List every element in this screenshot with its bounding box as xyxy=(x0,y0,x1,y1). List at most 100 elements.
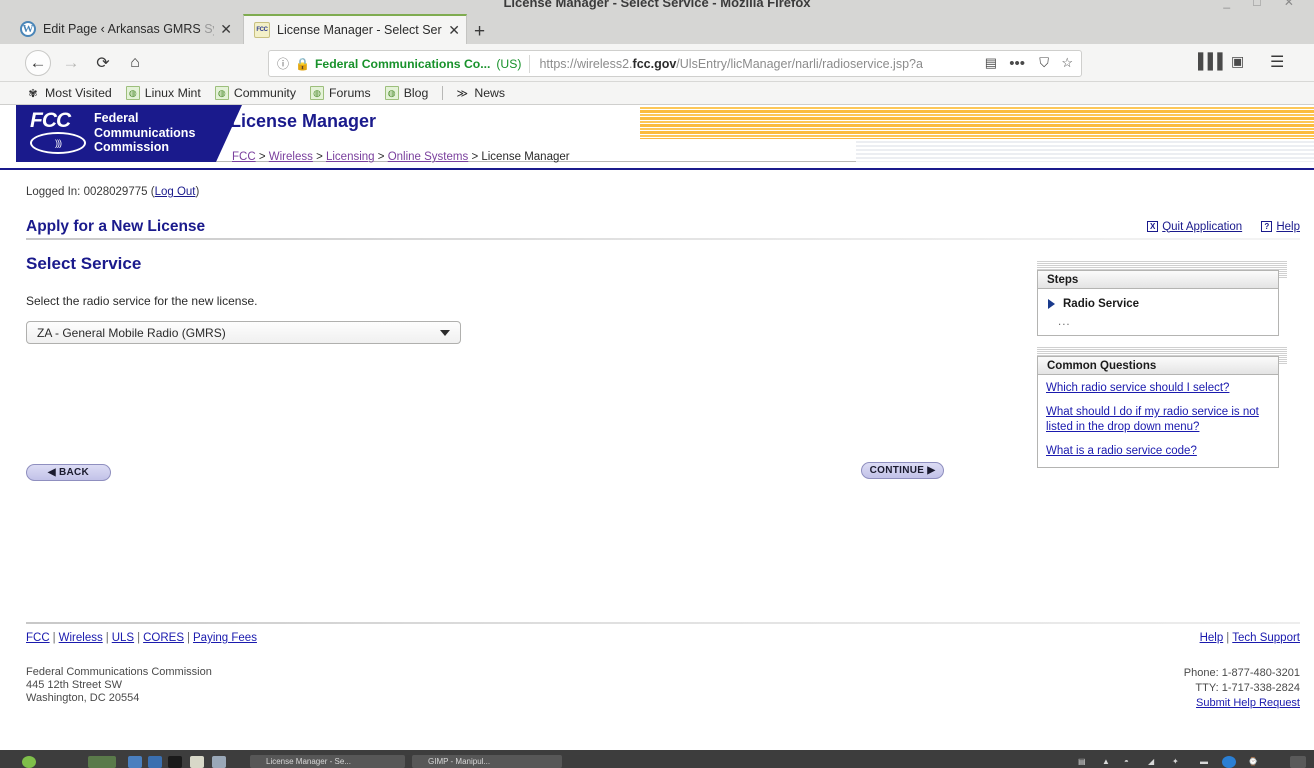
top-actions: X Quit Application ? Help xyxy=(1131,220,1300,233)
tray-network-icon[interactable]: ◓ xyxy=(1124,757,1129,766)
tray-battery-icon[interactable]: ▬ xyxy=(1200,757,1208,766)
bookmarks-bar: ✾ Most Visited ◍ Linux Mint ◍ Community … xyxy=(0,82,1314,105)
mint-icon: ◍ xyxy=(214,86,229,100)
folder-icon[interactable] xyxy=(190,756,204,768)
section-title: Select Service xyxy=(26,254,142,273)
fcc-banner: FCC ))) Federal Communications Commissio… xyxy=(0,105,1314,170)
taskbar-window-gimp[interactable]: GIMP - Manipul... xyxy=(412,755,562,768)
common-question-link-3[interactable]: What is a radio service code? xyxy=(1046,444,1270,459)
terminal2-icon[interactable] xyxy=(168,756,182,768)
logout-link[interactable]: Log Out xyxy=(155,186,196,198)
show-desktop-icon[interactable] xyxy=(1290,756,1306,768)
bookmark-linux-mint[interactable]: ◍ Linux Mint xyxy=(125,86,201,100)
bookmark-forums[interactable]: ◍ Forums xyxy=(310,86,371,100)
bookmark-blog[interactable]: ◍ Blog xyxy=(384,86,428,100)
help-action[interactable]: ? Help xyxy=(1261,221,1300,233)
fcc-wordmark: FCC xyxy=(30,109,71,132)
footer-tty: TTY: 1-717-338-2824 xyxy=(1195,682,1300,694)
instruction-text: Select the radio service for the new lic… xyxy=(26,294,258,308)
bookmark-label: Linux Mint xyxy=(144,86,201,100)
footer-sep: | xyxy=(105,632,109,644)
back-icon[interactable]: ← xyxy=(25,50,51,76)
desktop-taskbar: License Manager - Se... GIMP - Manipul..… xyxy=(0,750,1314,768)
breadcrumb-current: License Manager xyxy=(481,151,570,163)
footer-link-paying-fees[interactable]: Paying Fees xyxy=(193,632,257,644)
footer-link-tech-support[interactable]: Tech Support xyxy=(1232,632,1300,644)
tab-close-icon[interactable]: ✕ xyxy=(220,21,232,38)
taskbar-strip: License Manager - Se... GIMP - Manipul..… xyxy=(0,755,1314,768)
terminal-icon[interactable] xyxy=(88,756,116,768)
footer-sep: | xyxy=(187,632,191,644)
home-icon[interactable]: ⌂ xyxy=(124,52,146,74)
quit-application-action[interactable]: X Quit Application xyxy=(1147,221,1242,233)
site-info-icon[interactable]: ⓘ xyxy=(277,55,289,72)
footer-link-fcc[interactable]: FCC xyxy=(26,632,50,644)
bookmark-news[interactable]: ≫ News xyxy=(455,86,506,100)
bookmark-label: Most Visited xyxy=(45,86,112,100)
breadcrumb-sep: > xyxy=(471,151,479,163)
tab-close-icon[interactable]: ✕ xyxy=(448,22,460,39)
footer-link-uls[interactable]: ULS xyxy=(112,632,134,644)
fcc-logo-block[interactable]: FCC ))) Federal Communications Commissio… xyxy=(16,105,242,162)
breadcrumb-link-licensing[interactable]: Licensing xyxy=(326,151,375,163)
app-title: License Manager xyxy=(230,111,377,131)
page-actions-icon[interactable]: ••• xyxy=(1009,55,1025,72)
bookmark-most-visited[interactable]: ✾ Most Visited xyxy=(26,86,112,100)
common-question-link-1[interactable]: Which radio service should I select? xyxy=(1046,381,1270,396)
tray-volume-icon[interactable]: ◢ xyxy=(1148,757,1154,766)
fcc-logo: FCC ))) xyxy=(30,110,86,154)
submit-help-request-link[interactable]: Submit Help Request xyxy=(1196,697,1300,709)
reload-icon[interactable]: ⟳ xyxy=(92,52,114,74)
tray-clock[interactable]: ⌚ xyxy=(1248,757,1258,766)
bookmark-community[interactable]: ◍ Community xyxy=(214,86,296,100)
tab-strip: W Edit Page ‹ Arkansas GMRS Sy ✕ FCC Lic… xyxy=(0,12,1314,44)
banner-bottom-stripes xyxy=(856,139,1314,162)
footer-link-wireless[interactable]: Wireless xyxy=(59,632,103,644)
footer-link-help[interactable]: Help xyxy=(1200,632,1224,644)
radio-service-select[interactable]: ZA - General Mobile Radio (GMRS) xyxy=(26,321,461,344)
files-icon[interactable] xyxy=(128,756,142,768)
tray-printer-icon[interactable]: ▤ xyxy=(1078,757,1086,766)
agency-line-1: Federal xyxy=(94,111,139,125)
tray-bluetooth-icon[interactable]: ✦ xyxy=(1172,757,1179,766)
steps-panel-header: Steps xyxy=(1037,270,1279,288)
menu-icon[interactable] xyxy=(22,756,36,768)
new-tab-button[interactable]: + xyxy=(474,21,485,43)
common-question-link-2[interactable]: What should I do if my radio service is … xyxy=(1046,405,1270,435)
taskbar-window-firefox[interactable]: License Manager - Se... xyxy=(250,755,405,768)
bookmarks-divider xyxy=(442,86,444,100)
tray-update-icon[interactable]: ▲ xyxy=(1102,757,1110,766)
footer-sep: | xyxy=(52,632,56,644)
close-icon: X xyxy=(1147,221,1159,232)
tray-app-icon[interactable] xyxy=(1222,756,1236,768)
browser-tab-edit-page[interactable]: W Edit Page ‹ Arkansas GMRS Sy ✕ xyxy=(10,14,238,44)
bookmark-star-icon[interactable]: ☆ xyxy=(1061,55,1073,71)
library-icon[interactable]: ▌▌▌ xyxy=(1198,53,1228,70)
hamburger-menu-icon[interactable]: ☰ xyxy=(1270,52,1284,72)
browser-tab-license-manager[interactable]: FCC License Manager - Select Ser ✕ xyxy=(243,14,467,44)
gimp-icon[interactable] xyxy=(212,756,226,768)
quit-application-link[interactable]: Quit Application xyxy=(1162,221,1242,233)
breadcrumb-link-wireless[interactable]: Wireless xyxy=(269,151,313,163)
firefox-icon[interactable] xyxy=(148,756,162,768)
page-title: Apply for a New License xyxy=(26,218,206,235)
question-icon: ? xyxy=(1261,221,1273,232)
sidebar-icon[interactable]: ▣ xyxy=(1231,53,1244,70)
pocket-icon[interactable]: ⛉ xyxy=(1039,55,1049,71)
back-button[interactable]: ◀ BACK xyxy=(26,464,111,481)
forward-icon[interactable]: → xyxy=(60,52,82,74)
banner-blue-rule xyxy=(0,168,1314,170)
breadcrumb-link-online-systems[interactable]: Online Systems xyxy=(388,151,469,163)
step-label: Radio Service xyxy=(1063,298,1140,310)
step-item-radio-service[interactable]: Radio Service xyxy=(1048,298,1270,310)
mint-icon: ◍ xyxy=(125,86,140,100)
window-controls[interactable]: _ □ ✕ xyxy=(1223,0,1304,9)
address-bar[interactable]: ⓘ 🔒 Federal Communications Co... (US) ht… xyxy=(268,50,1082,77)
chevron-down-icon xyxy=(440,330,450,336)
breadcrumb-link-fcc[interactable]: FCC xyxy=(232,151,256,163)
footer-link-cores[interactable]: CORES xyxy=(143,632,184,644)
help-link[interactable]: Help xyxy=(1276,221,1300,233)
footer-address: Federal Communications Commission 445 12… xyxy=(26,666,212,705)
reader-mode-icon[interactable]: ▤ xyxy=(985,55,997,71)
continue-button[interactable]: CONTINUE ▶ xyxy=(861,462,944,479)
